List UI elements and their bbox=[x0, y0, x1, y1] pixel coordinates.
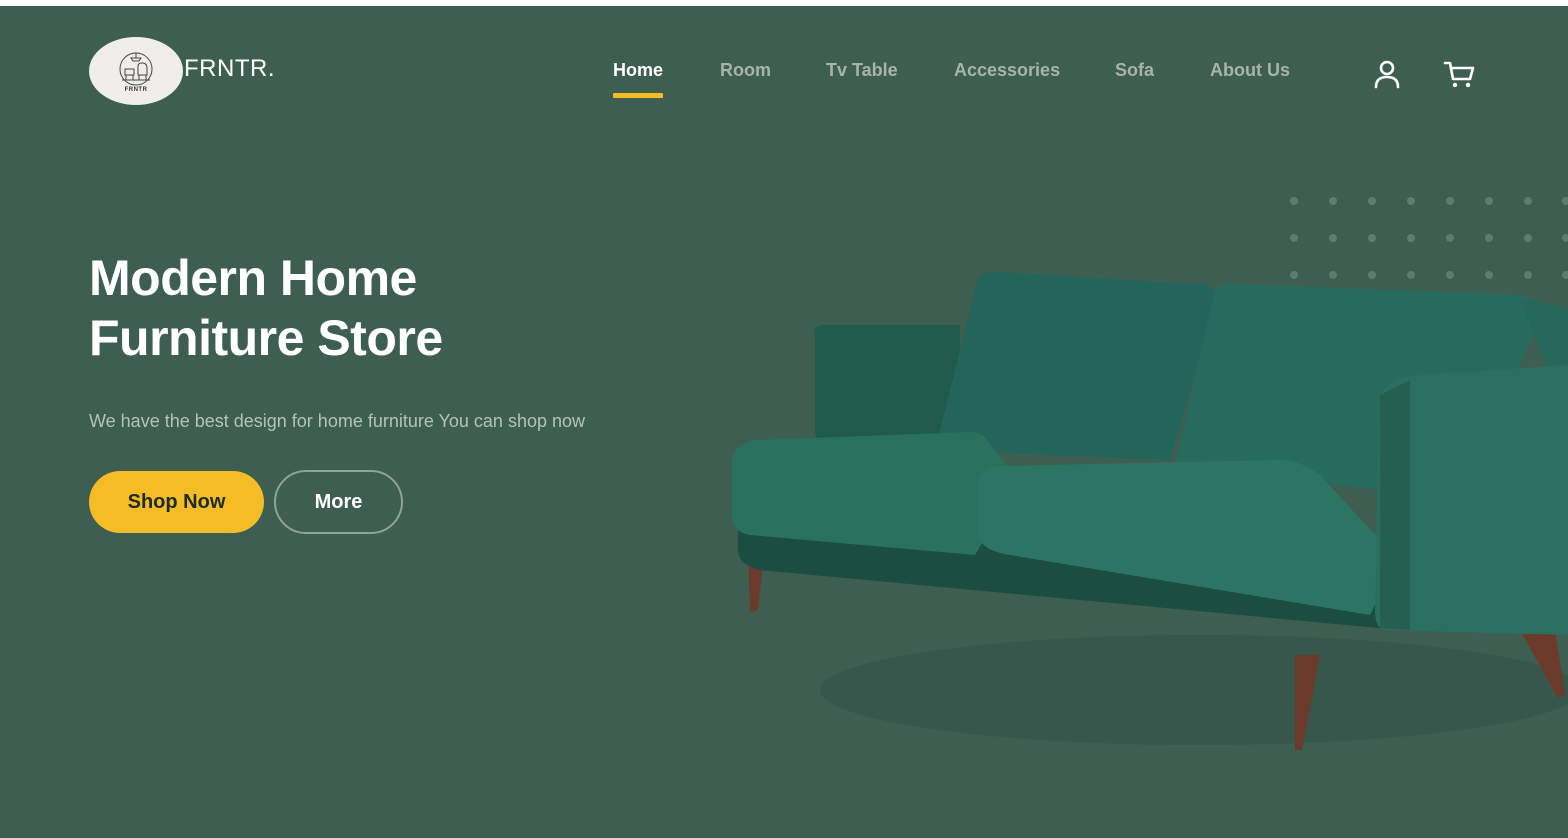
nav-item-tv-table[interactable]: Tv Table bbox=[826, 60, 898, 100]
nav-item-accessories[interactable]: Accessories bbox=[954, 60, 1060, 100]
main-nav: Home Room Tv Table Accessories Sofa Abou… bbox=[0, 60, 1568, 100]
more-button[interactable]: More bbox=[274, 470, 403, 534]
hero-title-line-1: Modern Home bbox=[89, 250, 417, 306]
nav-item-about-us[interactable]: About Us bbox=[1210, 60, 1290, 100]
account-button[interactable] bbox=[1370, 57, 1404, 91]
cart-button[interactable] bbox=[1442, 57, 1476, 91]
hero-title-line-2: Furniture Store bbox=[89, 310, 443, 366]
user-icon bbox=[1374, 60, 1400, 89]
nav-item-home[interactable]: Home bbox=[613, 60, 663, 100]
nav-item-room[interactable]: Room bbox=[720, 60, 771, 100]
top-strip bbox=[0, 0, 1568, 6]
nav-item-sofa[interactable]: Sofa bbox=[1115, 60, 1154, 100]
sofa-image bbox=[731, 271, 1568, 750]
shop-now-button[interactable]: Shop Now bbox=[89, 471, 264, 533]
hero-title: Modern Home Furniture Store bbox=[89, 248, 443, 368]
hero-subtitle: We have the best design for home furnitu… bbox=[89, 411, 585, 431]
cart-icon bbox=[1443, 61, 1475, 88]
